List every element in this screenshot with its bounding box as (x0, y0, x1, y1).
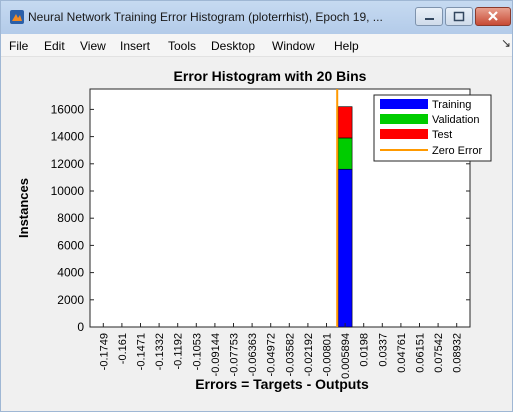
x-tick-label: -0.1749 (98, 333, 110, 370)
x-axis-label: Errors = Targets - Outputs (195, 376, 369, 392)
y-tick-label: 0 (77, 320, 84, 334)
x-tick-label: -0.1471 (136, 333, 148, 370)
y-tick-label: 12000 (51, 157, 85, 171)
x-tick-label: -0.1192 (173, 333, 185, 370)
bar-test-13 (337, 106, 353, 139)
legend-swatch-validation (380, 114, 428, 124)
menu-desktop[interactable]: Desktop (211, 39, 255, 53)
window-title: Neural Network Training Error Histogram … (28, 10, 383, 24)
histogram-bars (337, 106, 353, 328)
menu-bar: File Edit View Insert Tools Desktop Wind… (1, 34, 512, 57)
x-tick-label: -0.09144 (210, 333, 222, 376)
legend-swatch-training (380, 99, 428, 109)
menu-view[interactable]: View (80, 39, 106, 53)
x-tick-label: -0.04972 (266, 333, 278, 376)
menu-window[interactable]: Window (272, 39, 315, 53)
title-bar[interactable]: Neural Network Training Error Histogram … (1, 1, 512, 34)
figure-canvas: Error Histogram with 20 Bins 0 2000 4000 60… (4, 57, 511, 411)
x-tick-label: -0.161 (117, 333, 129, 364)
legend-label-validation: Validation (432, 114, 480, 126)
error-histogram-chart: Error Histogram with 20 Bins 0 2000 4000 60… (16, 68, 492, 392)
chart-legend[interactable]: Training Validation Test Zero Error (373, 94, 492, 162)
x-tick-label: -0.1053 (191, 333, 203, 370)
x-tick-label: -0.07753 (229, 333, 241, 376)
bar-validation-13 (337, 137, 353, 170)
x-tick-label: -0.06363 (247, 333, 259, 376)
y-tick-label: 8000 (57, 211, 84, 225)
y-tick-label: 2000 (57, 293, 84, 307)
minimize-icon (425, 18, 434, 20)
menu-edit[interactable]: Edit (44, 39, 65, 53)
menu-tools[interactable]: Tools (168, 39, 196, 53)
x-tick-label: 0.0337 (377, 333, 389, 367)
matlab-app-icon (10, 10, 24, 24)
figure-window: Neural Network Training Error Histogram … (0, 0, 513, 412)
menu-help[interactable]: Help (334, 39, 359, 53)
x-axis-ticks: -0.1749 -0.161 -0.1471 -0.1332 -0.1192 -0.105… (98, 323, 464, 379)
legend-label-training: Training (432, 99, 471, 111)
x-tick-label: 0.0198 (359, 333, 371, 367)
x-tick-label: -0.02192 (303, 333, 315, 376)
chart-title: Error Histogram with 20 Bins (174, 68, 367, 84)
y-tick-label: 14000 (51, 130, 85, 144)
maximize-button[interactable] (445, 7, 473, 26)
y-tick-label: 10000 (51, 184, 85, 198)
x-tick-label: 0.08932 (452, 333, 464, 373)
legend-swatch-test (380, 129, 428, 139)
x-tick-label: 0.07542 (433, 333, 445, 373)
bar-training-13 (337, 168, 353, 328)
close-button[interactable] (475, 7, 511, 26)
close-icon (488, 11, 498, 21)
menu-file[interactable]: File (9, 39, 28, 53)
x-tick-label: -0.03582 (284, 333, 296, 376)
x-tick-label: 0.005894 (340, 333, 352, 379)
y-axis-label: Instances (16, 178, 31, 238)
legend-label-zero-error: Zero Error (432, 145, 482, 157)
x-tick-label: -0.1332 (154, 333, 166, 370)
y-tick-label: 16000 (51, 102, 85, 116)
y-tick-label: 6000 (57, 238, 84, 252)
legend-label-test: Test (432, 129, 452, 141)
x-tick-label: 0.06151 (415, 333, 427, 373)
x-tick-label: -0.00801 (322, 333, 334, 376)
y-tick-label: 4000 (57, 266, 84, 280)
menu-overflow-icon[interactable]: ↘ (501, 36, 511, 50)
minimize-button[interactable] (415, 7, 443, 26)
x-tick-label: 0.04761 (396, 333, 408, 373)
menu-insert[interactable]: Insert (120, 39, 150, 53)
maximize-icon (453, 11, 465, 22)
